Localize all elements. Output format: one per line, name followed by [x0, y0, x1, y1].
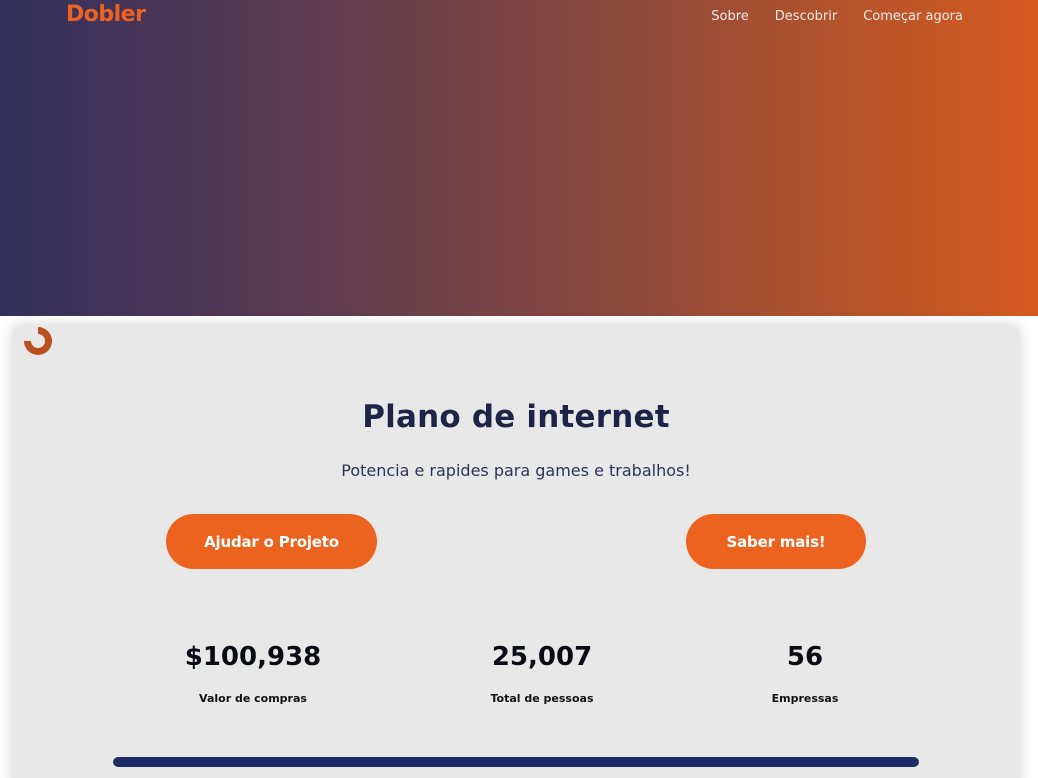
stat-companies: 56 Empressas: [695, 640, 915, 705]
card-title: Plano de internet: [362, 399, 670, 435]
main-nav: Sobre Descobrir Começar agora: [711, 8, 963, 26]
stat-label: Empressas: [771, 692, 839, 705]
learn-more-button[interactable]: Saber mais!: [686, 514, 866, 569]
hero-header: Dobler Sobre Descobrir Começar agora: [0, 0, 1038, 316]
nav-link-sobre[interactable]: Sobre: [711, 8, 749, 26]
logo[interactable]: Dobler: [66, 2, 146, 27]
stat-value: $100,938: [184, 642, 322, 672]
stat-people: 25,007 Total de pessoas: [432, 640, 652, 705]
stat-purchases: $100,938 Valor de compras: [143, 640, 363, 705]
plan-card: Plano de internet Potencia e rapides par…: [12, 325, 1020, 778]
stat-value: 56: [786, 642, 824, 672]
nav-link-descobrir[interactable]: Descobrir: [775, 8, 837, 26]
card-subtitle: Potencia e rapides para games e trabalho…: [341, 461, 691, 480]
stat-label: Valor de compras: [199, 692, 307, 705]
progress-fill: [113, 757, 919, 767]
progress-bar: [113, 757, 919, 767]
stat-label: Total de pessoas: [490, 692, 594, 705]
help-project-button[interactable]: Ajudar o Projeto: [166, 514, 377, 569]
loader-icon: [24, 327, 52, 355]
nav-link-comecar-agora[interactable]: Começar agora: [863, 8, 963, 26]
stat-value: 25,007: [491, 642, 593, 672]
